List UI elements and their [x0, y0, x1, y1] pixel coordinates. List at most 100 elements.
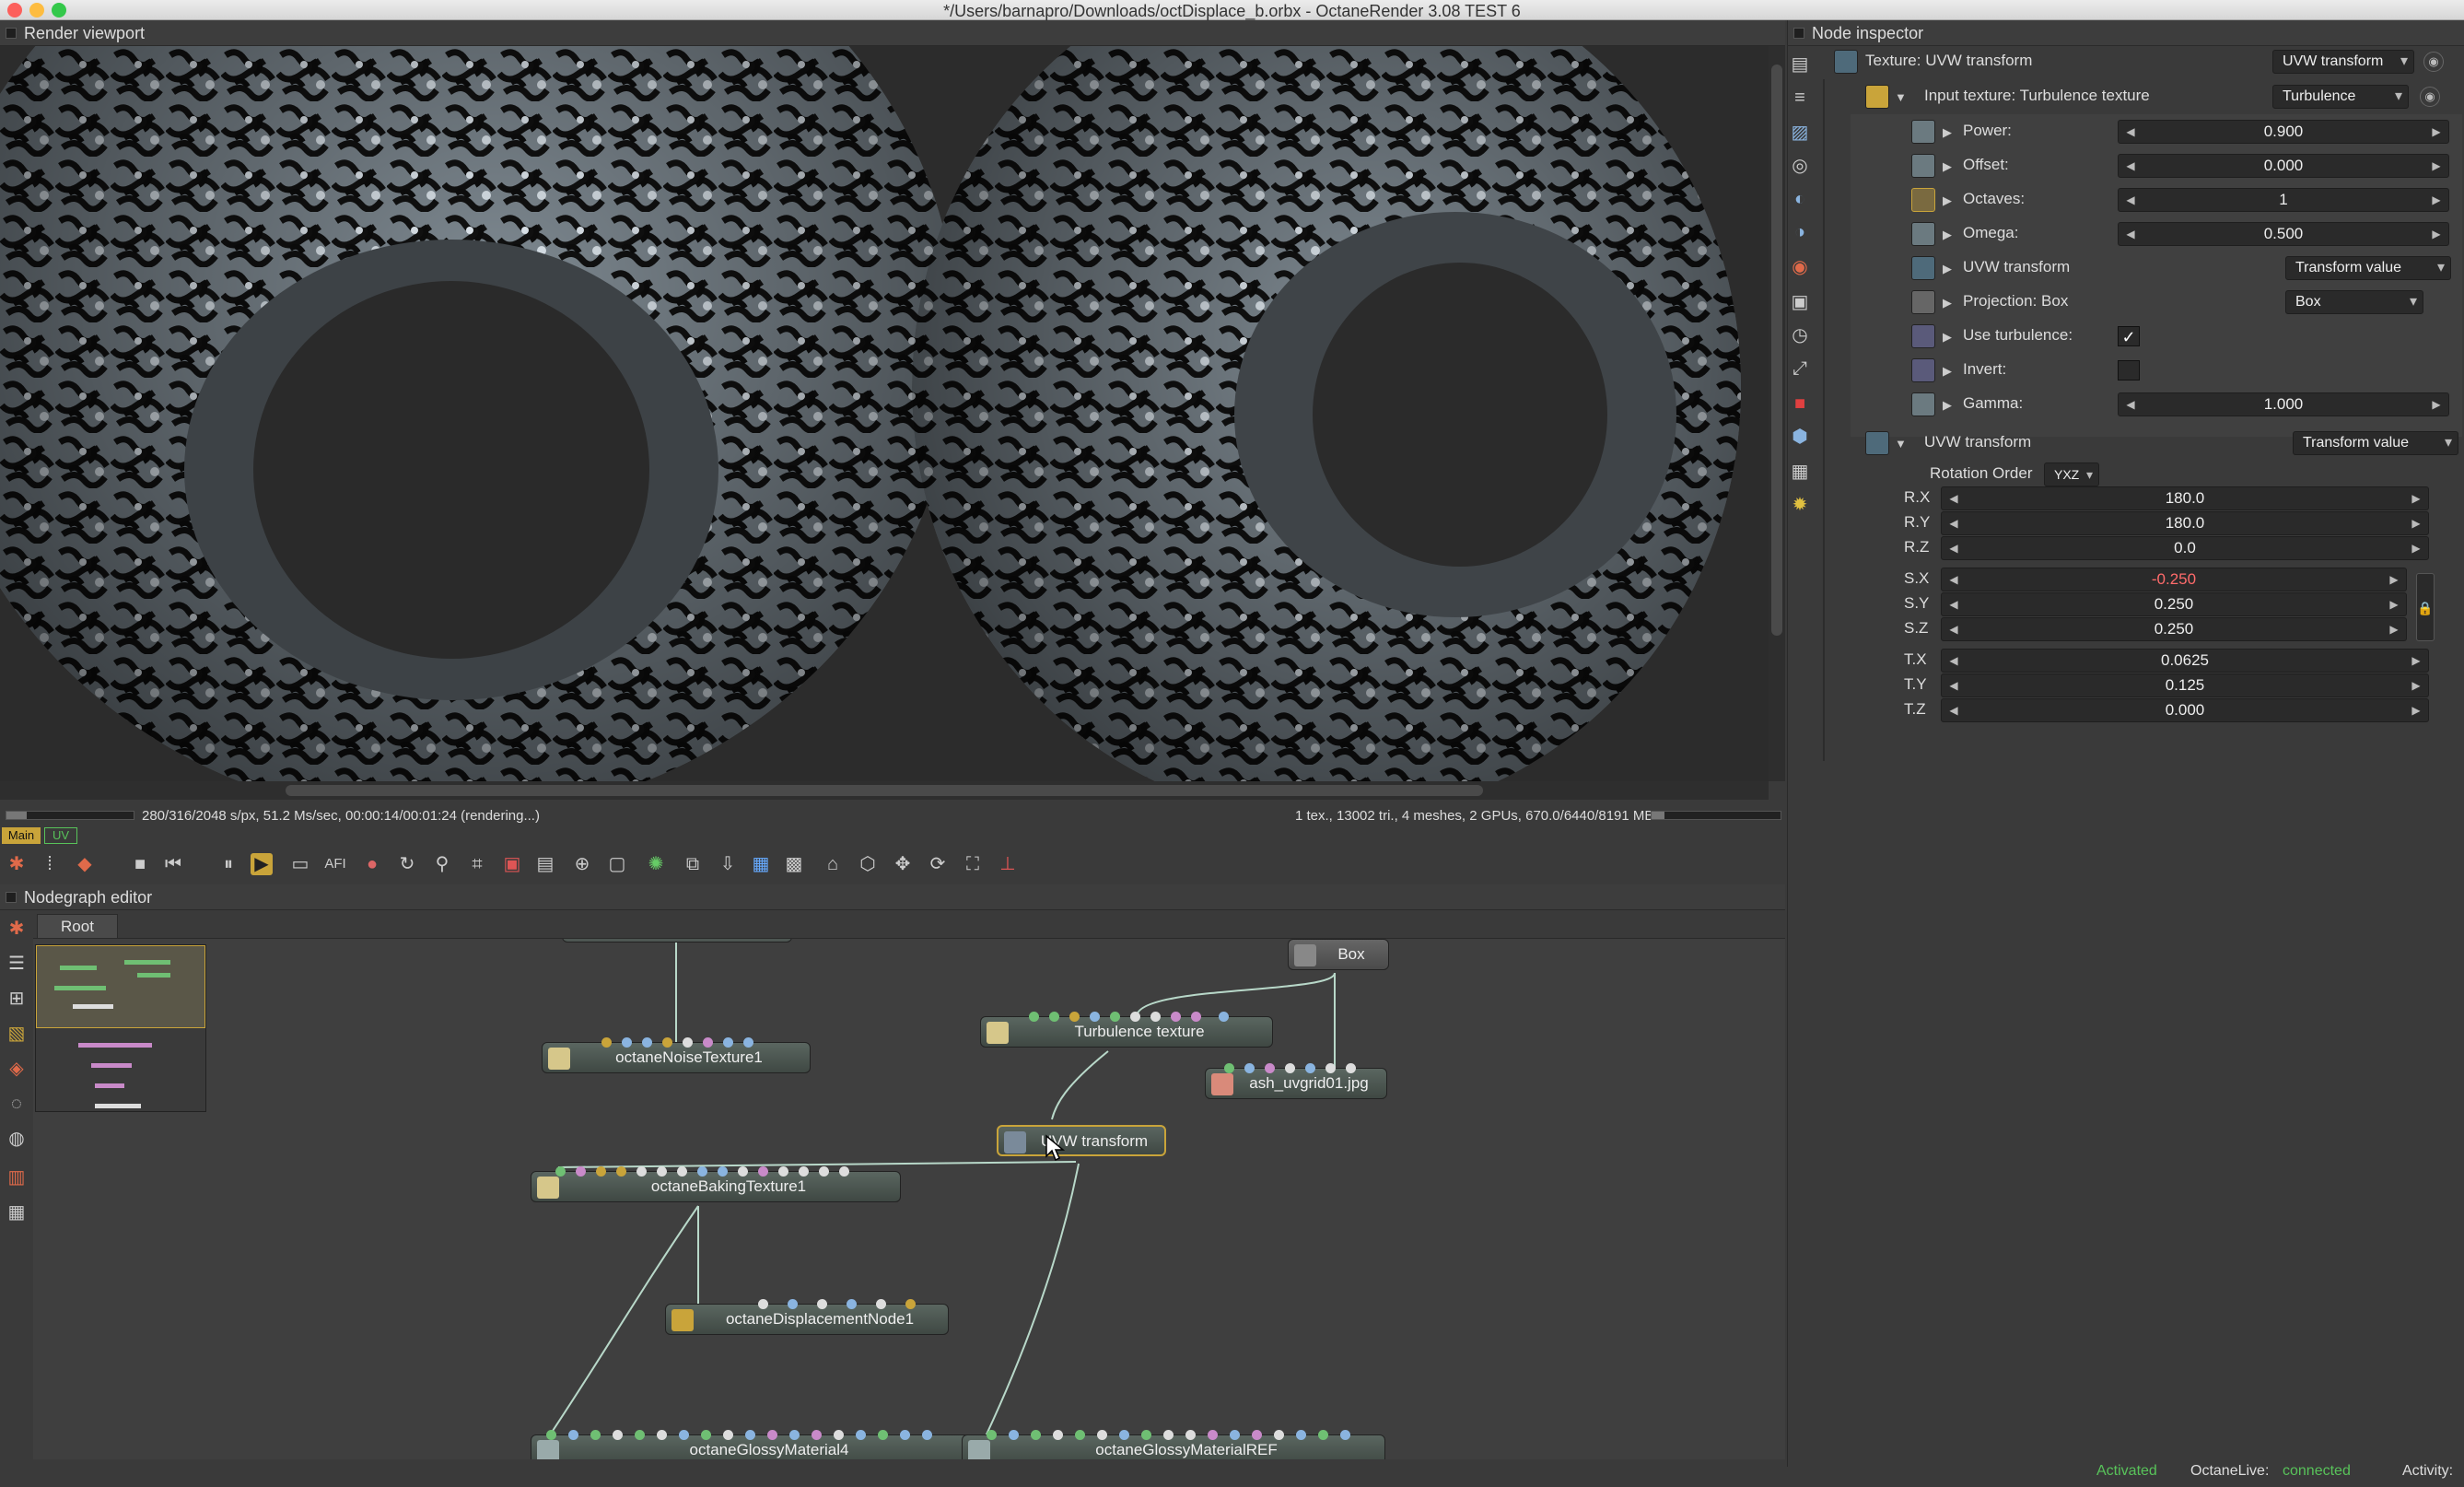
- collapse-triangle-icon[interactable]: ▼: [1895, 437, 1907, 451]
- gamma-slider[interactable]: ◀ 1.000 ▶: [2118, 392, 2449, 416]
- node-octane-baking-texture[interactable]: octaneBakingTexture1: [531, 1166, 901, 1202]
- collapse-triangle-icon[interactable]: ▼: [1895, 90, 1907, 104]
- tab-main[interactable]: Main: [2, 827, 41, 844]
- axis-icon[interactable]: ⊥: [997, 853, 1019, 875]
- omega-slider[interactable]: ◀ 0.500 ▶: [2118, 222, 2449, 246]
- node-turbulence-texture[interactable]: Turbulence texture: [980, 1012, 1273, 1048]
- restart-icon[interactable]: ⏮: [162, 853, 184, 875]
- sy-slider[interactable]: ◀ 0.250 ▶: [1941, 592, 2407, 616]
- octane-settings-icon[interactable]: ✱: [6, 853, 28, 875]
- medium-node-icon[interactable]: ◍: [6, 1128, 28, 1150]
- eye-icon[interactable]: ◉: [2423, 52, 2444, 72]
- expand-triangle-icon[interactable]: ▶: [1943, 125, 1952, 140]
- picker-icon[interactable]: ✺: [645, 853, 667, 875]
- node-octane-displacement[interactable]: octaneDisplacementNode1: [665, 1299, 949, 1335]
- cube-icon[interactable]: ⬡: [857, 853, 879, 875]
- render-viewport[interactable]: [0, 46, 1769, 781]
- expand-triangle-icon[interactable]: ▶: [1943, 159, 1952, 174]
- node-octane-noise-texture[interactable]: octaneNoiseTexture1: [542, 1037, 811, 1073]
- uvw-transform-section-dropdown[interactable]: Transform value: [2293, 431, 2458, 455]
- red-cube-icon[interactable]: ■: [1789, 392, 1811, 415]
- picture-icon[interactable]: ▦: [1789, 461, 1811, 483]
- material-icon[interactable]: ◉: [1789, 256, 1811, 278]
- tx-slider[interactable]: ◀ 0.0625 ▶: [1941, 649, 2429, 673]
- play-icon[interactable]: ▶: [251, 853, 273, 875]
- environment-icon[interactable]: ◐: [1789, 188, 1811, 210]
- ty-slider[interactable]: ◀ 0.125 ▶: [1941, 673, 2429, 697]
- emission-node-icon[interactable]: ◌: [6, 1093, 28, 1115]
- expand-triangle-icon[interactable]: ▶: [1943, 228, 1952, 242]
- node-octane-glossy-material-4[interactable]: octaneGlossyMaterial4: [531, 1430, 982, 1459]
- node-info-icon[interactable]: ▤: [1789, 53, 1811, 76]
- region-icon[interactable]: ⌗: [466, 853, 488, 875]
- sz-slider[interactable]: ◀ 0.250 ▶: [1941, 617, 2407, 641]
- uvw-transform-dropdown[interactable]: Transform value: [2285, 256, 2451, 280]
- color-cube-icon[interactable]: ◆: [74, 853, 96, 875]
- power-slider[interactable]: ◀ 0.900 ▶: [2118, 120, 2449, 144]
- projection-dropdown[interactable]: Box: [2285, 290, 2423, 314]
- pause-icon[interactable]: ⏸: [217, 853, 239, 875]
- scale-lock-icon[interactable]: 🔒: [2416, 573, 2435, 641]
- expand-triangle-icon[interactable]: ▶: [1943, 193, 1952, 208]
- render-target-icon[interactable]: ▥: [6, 1166, 28, 1188]
- node-ash-uvgrid-image[interactable]: ash_uvgrid01.jpg: [1205, 1063, 1387, 1099]
- expand-triangle-icon[interactable]: ▶: [1943, 398, 1952, 413]
- copy-icon[interactable]: ⧉: [682, 853, 704, 875]
- rx-slider[interactable]: ◀ 180.0 ▶: [1941, 486, 2429, 510]
- layers-icon[interactable]: ▦: [750, 853, 772, 875]
- material-node-icon[interactable]: ◈: [6, 1058, 28, 1080]
- color-wheel-icon[interactable]: ●: [361, 853, 383, 875]
- fit-icon[interactable]: ▢: [606, 853, 628, 875]
- render-layer-icon[interactable]: ▣: [1789, 291, 1811, 313]
- octane-node-icon[interactable]: ✱: [6, 918, 28, 940]
- grid-nodes-icon[interactable]: ⊞: [6, 988, 28, 1010]
- move-icon[interactable]: ✥: [892, 853, 914, 875]
- kernel-icon[interactable]: ◑: [1789, 221, 1811, 243]
- eye-icon[interactable]: ◉: [2420, 87, 2440, 107]
- image-icon[interactable]: ▨: [1789, 122, 1811, 144]
- octaves-slider[interactable]: ◀ 1 ▶: [2118, 188, 2449, 212]
- mesh-icon[interactable]: ⬢: [1789, 426, 1811, 448]
- rotate-icon[interactable]: ⟳: [927, 853, 949, 875]
- refresh-icon[interactable]: ↻: [396, 853, 418, 875]
- input-texture-dropdown[interactable]: Turbulence: [2272, 85, 2409, 109]
- offset-slider[interactable]: ◀ 0.000 ▶: [2118, 154, 2449, 178]
- layout-icon[interactable]: ☰: [6, 953, 28, 975]
- stop-icon[interactable]: ■: [129, 853, 151, 875]
- monitor-icon[interactable]: ▭: [289, 853, 311, 875]
- expand-triangle-icon[interactable]: ▶: [1943, 262, 1952, 276]
- lock-region-icon[interactable]: ▤: [534, 853, 556, 875]
- lock-icon[interactable]: ⌂: [822, 853, 844, 875]
- use-turbulence-checkbox[interactable]: ✓: [2118, 326, 2140, 346]
- region-red-icon[interactable]: ▣: [501, 853, 523, 875]
- expand-triangle-icon[interactable]: ▶: [1943, 364, 1952, 379]
- transform-icon[interactable]: ⤢: [1789, 357, 1811, 380]
- tz-slider[interactable]: ◀ 0.000 ▶: [1941, 698, 2429, 722]
- expand-triangle-icon[interactable]: ▶: [1943, 330, 1952, 345]
- node-uvw-transform[interactable]: UVW transform: [997, 1125, 1166, 1156]
- node-box-projection[interactable]: Box: [1288, 939, 1389, 970]
- rotation-order-dropdown[interactable]: YXZ: [2044, 462, 2099, 486]
- save-render-icon[interactable]: ⇩: [717, 853, 739, 875]
- ry-slider[interactable]: ◀ 180.0 ▶: [1941, 511, 2429, 535]
- tab-root[interactable]: Root: [37, 914, 118, 938]
- light-icon[interactable]: ✹: [1789, 494, 1811, 516]
- expand-triangle-icon[interactable]: ▶: [1943, 296, 1952, 310]
- rz-slider[interactable]: ◀ 0.0 ▶: [1941, 536, 2429, 560]
- filter-icon[interactable]: ⚲: [431, 853, 453, 875]
- list-icon[interactable]: ≡: [1789, 87, 1811, 109]
- table-icon[interactable]: ▦: [6, 1201, 28, 1224]
- sx-slider[interactable]: ◀ -0.250 ▶: [1941, 568, 2407, 591]
- tab-uv[interactable]: UV: [44, 827, 77, 844]
- export-icon[interactable]: ▩: [783, 853, 805, 875]
- fullscreen-icon[interactable]: ⛶: [962, 853, 984, 875]
- texture-type-dropdown[interactable]: UVW transform: [2272, 50, 2414, 74]
- zoom-icon[interactable]: ⊕: [571, 853, 593, 875]
- invert-checkbox[interactable]: [2118, 360, 2140, 381]
- viewport-horizontal-scrollbar[interactable]: [0, 781, 1769, 800]
- texture-node-icon[interactable]: ▧: [6, 1023, 28, 1045]
- node-octane-glossy-material-ref[interactable]: octaneGlossyMaterialREF: [962, 1430, 1385, 1459]
- grid-icon[interactable]: ⁞: [39, 853, 61, 875]
- clock-icon[interactable]: ◷: [1789, 324, 1811, 346]
- camera-icon[interactable]: ◎: [1789, 155, 1811, 177]
